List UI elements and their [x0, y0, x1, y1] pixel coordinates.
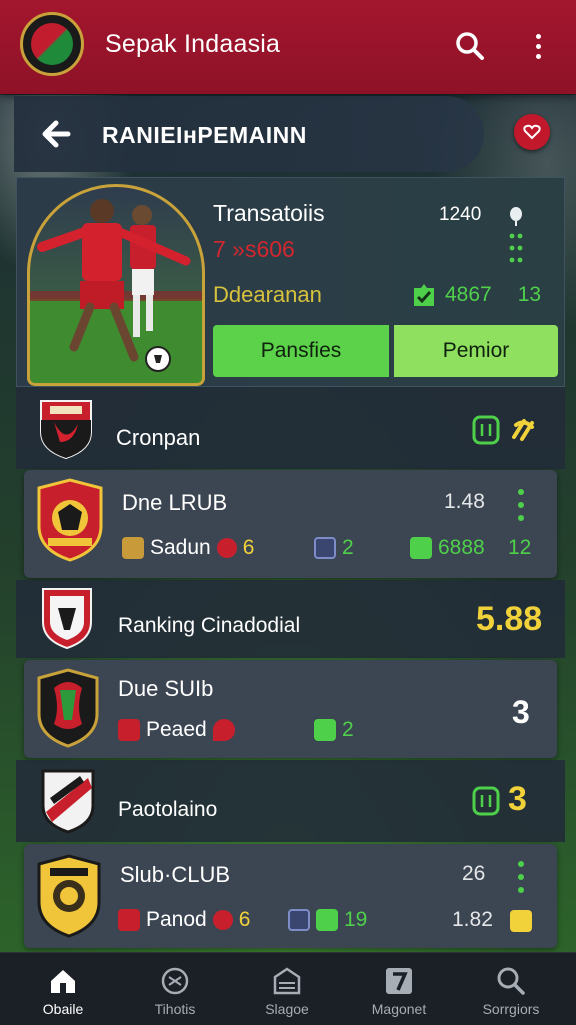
more-vertical-icon [535, 33, 541, 59]
stat-chip: 2 [314, 718, 354, 742]
row-title: Dne LRUB [122, 490, 228, 515]
nav-item-home[interactable]: Obaile [8, 953, 118, 1025]
card-icon [118, 719, 140, 741]
search-button[interactable] [448, 24, 492, 68]
featured-player-label: Ddearanan [213, 282, 322, 307]
row-title: Paotolaino [118, 798, 218, 821]
list-item[interactable]: Cronpan [16, 387, 565, 469]
club-crest-icon [40, 400, 92, 460]
club-crest-icon [37, 854, 101, 938]
notification-button[interactable] [514, 114, 550, 150]
jersey-badge-icon [472, 415, 500, 445]
heart-badge-icon [523, 124, 541, 140]
row-value: 3 [508, 780, 527, 818]
row-title: Cronpan [116, 425, 201, 450]
stat-chip: 19 [288, 908, 367, 932]
bottom-navigation: Obaile Tihotis Slagoe Magonet Sorrgiors [0, 952, 576, 1025]
app-logo [20, 12, 84, 76]
stat-chip: 2 [314, 536, 354, 560]
pemior-button[interactable]: Pemior [394, 325, 558, 377]
row-count: 1.48 [444, 490, 485, 513]
home-icon [51, 970, 75, 993]
stat-chip: 6888 [410, 536, 485, 560]
list-item[interactable]: Ranking Cinadodial 5.88 [16, 580, 565, 658]
app-title: Sepak Indaasia [105, 30, 281, 58]
list-item[interactable]: Paotolaino 3 [16, 760, 565, 842]
featured-stat-value-2: 13 [517, 283, 542, 306]
nav-item-magonet[interactable]: Magonet [344, 953, 454, 1025]
club-crest-icon [41, 769, 95, 834]
number-7-icon [386, 968, 412, 994]
app-bar: Sepak Indaasia [0, 0, 576, 94]
trophy-icon [510, 910, 532, 932]
more-options-button[interactable] [518, 24, 558, 68]
check-badge-icon [314, 719, 336, 741]
stadium-icon [273, 967, 301, 995]
featured-player-name: Transatoiis [213, 200, 325, 226]
stat-chip: Panod 6 [118, 908, 250, 932]
row-title: Due SUIb [118, 676, 214, 701]
arrow-left-icon [42, 120, 71, 148]
row-title: Slub·CLUB [120, 862, 231, 887]
row-count: 26 [462, 862, 486, 885]
card-icon [118, 909, 140, 931]
ball-icon [216, 538, 237, 558]
nav-item-search[interactable]: Sorrgiors [456, 953, 566, 1025]
football-icon [161, 967, 189, 995]
ball-icon [212, 910, 233, 930]
jersey-badge-icon [472, 786, 500, 816]
featured-stats: 4867 13 [411, 282, 541, 308]
featured-player-subtitle: 7 »s606 [213, 236, 295, 262]
back-button[interactable] [36, 114, 76, 154]
list-item[interactable]: Slub·CLUB 26 Panod 6 19 1.82 [24, 844, 557, 948]
featured-menu-icon[interactable] [509, 206, 523, 270]
search-icon [497, 967, 525, 995]
more-vertical-icon[interactable] [516, 860, 526, 894]
section-title: RANIEIнPEMAINN [102, 122, 307, 148]
shield-icon [212, 719, 235, 741]
up-arrow-icon [316, 909, 338, 931]
row-title: Ranking Cinadodial [118, 614, 301, 637]
check-badge-icon [410, 537, 432, 559]
more-vertical-icon[interactable] [516, 488, 526, 522]
featured-count: 1240 [439, 204, 482, 225]
stat-chip: 12 [508, 536, 532, 559]
row-value: 5.88 [476, 600, 543, 638]
stat-chip: Peaed [118, 718, 235, 742]
whistle-icon [512, 419, 534, 441]
row-value: 3 [512, 694, 530, 730]
list-item[interactable]: Dne LRUB 1.48 Sadun 6 2 6888 12 [24, 470, 557, 578]
featured-stat-value: 4867 [445, 283, 492, 306]
nav-item-stadium[interactable]: Slagoe [232, 953, 342, 1025]
list-item[interactable]: Due SUIb Peaed 2 3 [24, 660, 557, 758]
club-crest-icon [37, 478, 103, 562]
player-photo [27, 184, 205, 386]
section-header: RANIEIнPEMAINN [14, 96, 484, 172]
shield-icon [288, 909, 310, 931]
row-value: 1.82 [452, 908, 493, 931]
check-badge-icon [414, 284, 434, 306]
stat-chip: Sadun 6 [122, 536, 254, 560]
nav-item-fixtures[interactable]: Tihotis [120, 953, 230, 1025]
shield-icon [314, 537, 336, 559]
club-crest-icon [37, 668, 99, 748]
featured-player-card[interactable]: Transatoiis 7 »s606 Ddearanan 1240 4867 … [16, 177, 565, 387]
search-icon [456, 32, 484, 60]
shield-icon [122, 537, 144, 559]
pansfies-button[interactable]: Pansfies [213, 325, 389, 377]
club-crest-icon [42, 588, 92, 650]
